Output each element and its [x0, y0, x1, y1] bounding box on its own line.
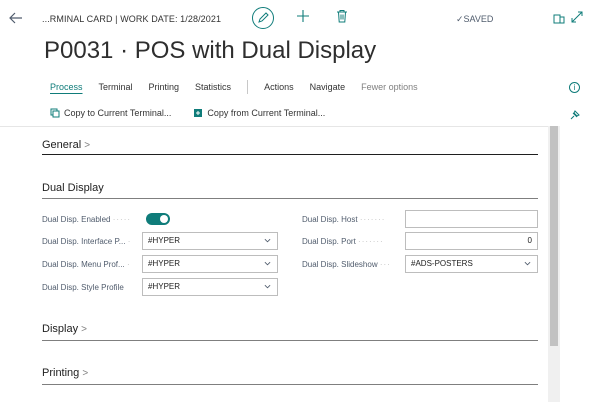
edit-button[interactable]	[252, 7, 274, 29]
copy-from-terminal-button[interactable]: Copy from Current Terminal...	[193, 108, 325, 118]
dual-disp-menu-label: Dual Disp. Menu Prof... ·	[42, 260, 131, 269]
section-printing-title: Printing	[42, 367, 80, 379]
tab-statistics[interactable]: Statistics	[195, 82, 231, 94]
chevron-down-icon	[264, 238, 271, 243]
copy-from-terminal-label: Copy from Current Terminal...	[207, 108, 326, 118]
delete-button[interactable]	[336, 9, 348, 23]
copy-to-terminal-label: Copy to Current Terminal...	[64, 108, 172, 118]
section-dual-display-header[interactable]: Dual Display	[42, 182, 104, 194]
expand-icon	[571, 11, 583, 23]
section-general-divider	[42, 154, 538, 155]
dual-disp-host-input[interactable]	[405, 210, 538, 228]
tab-printing[interactable]: Printing	[149, 82, 180, 94]
action-subbar: Copy to Current Terminal... Copy from Cu…	[50, 108, 347, 118]
section-printing-header[interactable]: Printing >	[42, 367, 88, 379]
tab-actions[interactable]: Actions	[264, 82, 294, 94]
page-title: P0031 · POS with Dual Display	[44, 37, 377, 64]
dual-disp-slideshow-select[interactable]: #ADS-POSTERS	[405, 255, 538, 273]
dual-disp-style-label: Dual Disp. Style Profile	[42, 283, 124, 292]
copy-to-terminal-button[interactable]: Copy to Current Terminal...	[50, 108, 171, 118]
trash-icon	[337, 10, 347, 23]
tab-process[interactable]: Process	[50, 82, 83, 94]
copy-from-icon	[194, 109, 203, 117]
breadcrumb: ...RMINAL CARD | WORK DATE: 1/28/2021	[42, 14, 222, 24]
saved-status: ✓SAVED	[456, 14, 494, 24]
action-menu: Process Terminal Printing Statistics Act…	[50, 80, 434, 94]
section-dual-display-title: Dual Display	[42, 182, 104, 194]
chevron-down-icon	[524, 261, 531, 266]
chevron-down-icon	[264, 284, 271, 289]
fewer-options-button[interactable]: Fewer options	[361, 82, 418, 94]
menu-divider	[247, 80, 249, 94]
dual-disp-slideshow-label: Dual Disp. Slideshow ···	[302, 260, 391, 269]
tab-navigate[interactable]: Navigate	[310, 82, 346, 94]
chevron-right-icon: >	[81, 324, 87, 335]
open-new-window-icon	[553, 14, 565, 24]
section-general-header[interactable]: General >	[42, 139, 90, 151]
dual-disp-host-label: Dual Disp. Host ·······	[302, 215, 386, 224]
dual-disp-menu-select[interactable]: #HYPER	[142, 255, 278, 273]
dual-disp-interface-select[interactable]: #HYPER	[142, 232, 278, 250]
dual-disp-port-input[interactable]: 0	[405, 232, 538, 250]
chevron-right-icon: >	[82, 368, 89, 379]
section-display-header[interactable]: Display >	[42, 323, 87, 335]
section-printing-divider	[42, 384, 538, 385]
tab-terminal[interactable]: Terminal	[99, 82, 133, 94]
copy-to-icon	[50, 108, 60, 118]
content-divider	[0, 126, 548, 127]
section-display-divider	[42, 340, 538, 341]
dual-disp-interface-label: Dual Disp. Interface P... ·	[42, 237, 132, 246]
expand-button[interactable]	[570, 10, 584, 24]
section-display-title: Display	[42, 323, 79, 335]
dual-disp-style-select[interactable]: #HYPER	[142, 278, 278, 296]
dual-disp-port-label: Dual Disp. Port ·······	[302, 237, 384, 246]
section-general-title: General	[42, 139, 82, 151]
chevron-right-icon: >	[84, 140, 91, 151]
add-button[interactable]	[296, 8, 310, 26]
open-new-window-button[interactable]	[552, 11, 566, 25]
dual-disp-enabled-label: Dual Disp. Enabled ·····	[42, 215, 132, 224]
info-icon[interactable]: i	[569, 82, 580, 93]
plus-icon	[297, 10, 309, 22]
pencil-icon	[258, 12, 269, 23]
dual-disp-enabled-toggle[interactable]	[146, 213, 170, 225]
pin-icon[interactable]	[569, 108, 581, 120]
scrollbar-thumb[interactable]	[550, 126, 558, 346]
section-dual-display-divider	[42, 198, 538, 199]
back-arrow-icon[interactable]	[8, 10, 24, 26]
chevron-down-icon	[264, 261, 271, 266]
